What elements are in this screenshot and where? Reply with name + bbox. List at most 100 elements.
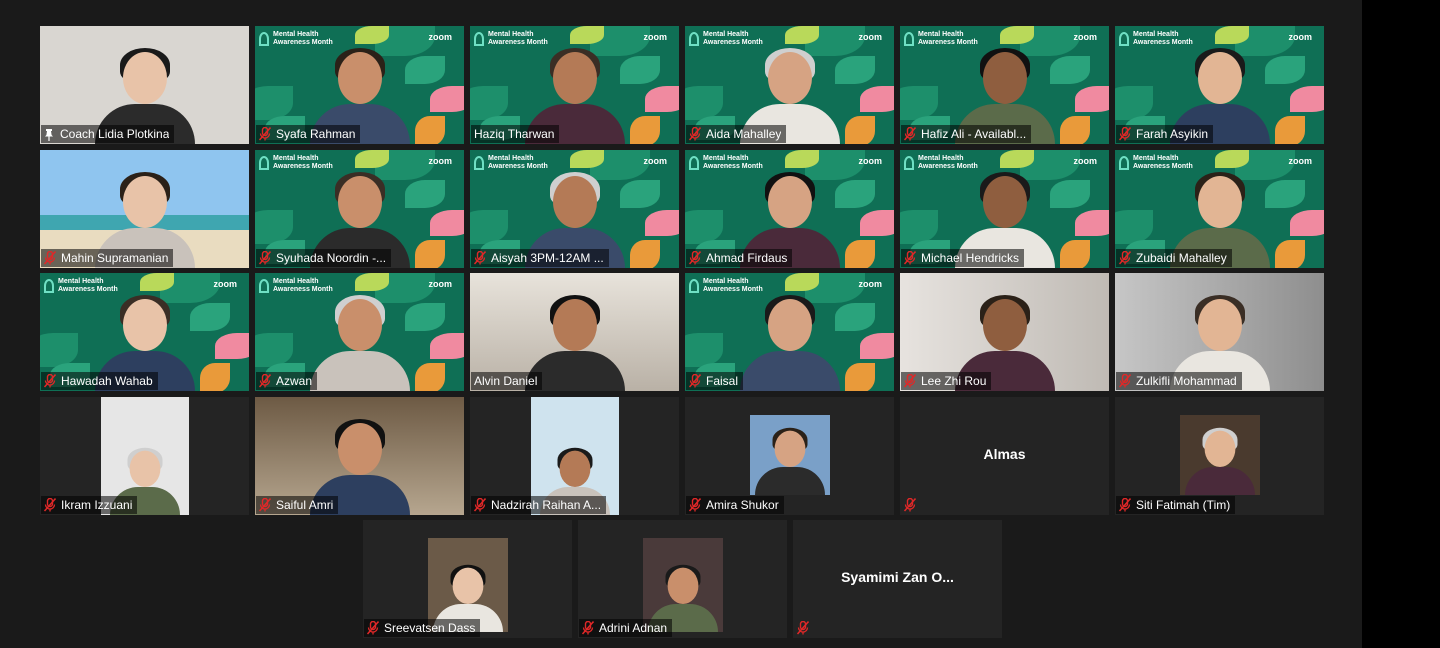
banner-line: Mental Health: [703, 155, 749, 162]
participant-name: Faisal: [706, 374, 739, 388]
participant-name: Michael Hendricks: [921, 251, 1020, 265]
leaf-decoration: [415, 240, 445, 268]
banner-line: Mental Health: [273, 278, 319, 285]
leaf-decoration: [570, 150, 604, 168]
muted-mic-icon: [688, 126, 702, 141]
leaf-decoration: [1290, 86, 1324, 112]
leaf-decoration: [1000, 150, 1034, 168]
muted-mic-icon: [581, 620, 595, 635]
zoom-logo: zoom: [643, 32, 668, 42]
participant-tile[interactable]: Mental Health Awareness Month zoom Aisyah 3…: [470, 150, 679, 268]
ribbon-icon: [689, 156, 699, 170]
participant-tile[interactable]: Amira Shukor: [685, 397, 894, 515]
participant-tile[interactable]: Mental Health Awareness Month zoom Zubaidi …: [1115, 150, 1324, 268]
participant-tile[interactable]: Mental Health Awareness Month zoom Ahmad Fi…: [685, 150, 894, 268]
leaf-decoration: [1000, 26, 1034, 44]
leaf-decoration: [645, 210, 679, 236]
participant-name: Alvin Daniel: [474, 374, 538, 388]
leaf-decoration: [630, 240, 660, 268]
banner-line: Mental Health: [918, 31, 964, 38]
muted-mic-icon: [258, 250, 272, 265]
ribbon-icon: [1119, 156, 1129, 170]
banner-line: Mental Health: [1133, 155, 1179, 162]
participant-tile[interactable]: Lee Zhi Rou: [900, 273, 1109, 391]
leaf-decoration: [355, 26, 389, 44]
participant-tile[interactable]: Mental Health Awareness Month zoom Hawadah …: [40, 273, 249, 391]
participant-tile[interactable]: Mental Health Awareness Month zoom Syuhada …: [255, 150, 464, 268]
zoom-logo: zoom: [858, 279, 883, 289]
participant-tile[interactable]: Mental Health Awareness Month zoom Azwan: [255, 273, 464, 391]
participant-name: Ikram Izzuani: [61, 498, 133, 512]
leaf-decoration: [1290, 210, 1324, 236]
ribbon-icon: [1119, 32, 1129, 46]
participant-name: Syafa Rahman: [276, 127, 356, 141]
participant-name-tag: Zulkifli Mohammad: [1116, 372, 1242, 390]
participant-tile[interactable]: Mental Health Awareness Month zoom Faisal: [685, 273, 894, 391]
leaf-decoration: [1275, 240, 1305, 268]
banner-line: Mental Health: [703, 278, 749, 285]
participant-name-tag: Nadzirah Raihan A...: [471, 496, 607, 514]
ribbon-icon: [474, 156, 484, 170]
participant-tile[interactable]: Mental Health Awareness Month zoom Haziq Th…: [470, 26, 679, 144]
muted-mic-icon: [258, 497, 272, 512]
participant-name-tag: [794, 619, 819, 637]
ribbon-icon: [474, 32, 484, 46]
leaf-decoration: [415, 363, 445, 391]
banner-line: Mental Health: [703, 31, 749, 38]
participant-tile[interactable]: Alvin Daniel: [470, 273, 679, 391]
participant-name: Ahmad Firdaus: [706, 251, 788, 265]
participant-name-tag: Faisal: [686, 372, 744, 390]
participant-tile[interactable]: Mental Health Awareness Month zoom Farah As…: [1115, 26, 1324, 144]
participant-tile[interactable]: Mental Health Awareness Month zoom Syafa Ra…: [255, 26, 464, 144]
participant-name: Mahin Supramanian: [61, 251, 169, 265]
participant-tile[interactable]: Mental Health Awareness Month zoom Aida Mah…: [685, 26, 894, 144]
participant-tile[interactable]: Mental Health Awareness Month zoom Hafiz Al…: [900, 26, 1109, 144]
zoom-logo: zoom: [428, 279, 453, 289]
participant-tile[interactable]: Nadzirah Raihan A...: [470, 397, 679, 515]
leaf-decoration: [40, 333, 78, 367]
participant-tile[interactable]: Adrini Adnan: [578, 520, 787, 638]
leaf-decoration: [785, 273, 819, 291]
portrait-video: [749, 415, 830, 495]
participant-name-tag: Syuhada Noordin -...: [256, 249, 392, 267]
participant-figure: [751, 425, 828, 495]
leaf-decoration: [430, 333, 464, 359]
muted-mic-icon: [903, 497, 917, 512]
muted-mic-icon: [1118, 250, 1132, 265]
participant-name-tag: Hawadah Wahab: [41, 372, 158, 390]
participant-name-tag: Saiful Amri: [256, 496, 339, 514]
participant-tile[interactable]: Syamimi Zan O...: [793, 520, 1002, 638]
muted-mic-icon: [903, 373, 917, 388]
muted-mic-icon: [688, 250, 702, 265]
participant-tile[interactable]: Mental Health Awareness Month zoom Michael …: [900, 150, 1109, 268]
participant-tile[interactable]: Mahin Supramanian: [40, 150, 249, 268]
participant-tile[interactable]: Coach Lidia Plotkina: [40, 26, 249, 144]
banner-line: Mental Health: [273, 31, 319, 38]
participant-name-tag: Adrini Adnan: [579, 619, 673, 637]
participant-name-tag: Michael Hendricks: [901, 249, 1025, 267]
participant-name-tag: Siti Fatimah (Tim): [1116, 496, 1236, 514]
leaf-decoration: [470, 86, 508, 120]
zoom-logo: zoom: [858, 156, 883, 166]
banner-line: Mental Health: [918, 155, 964, 162]
participant-tile[interactable]: Almas: [900, 397, 1109, 515]
participant-name-tag: [901, 496, 926, 514]
leaf-decoration: [215, 333, 249, 359]
participant-tile[interactable]: Ikram Izzuani: [40, 397, 249, 515]
banner-line: Mental Health: [488, 155, 534, 162]
ribbon-icon: [904, 156, 914, 170]
banner-line: Mental Health: [488, 31, 534, 38]
zoom-logo: zoom: [643, 156, 668, 166]
leaf-decoration: [355, 273, 389, 291]
participant-name-tag: Zubaidi Mahalley: [1116, 249, 1232, 267]
leaf-decoration: [470, 210, 508, 244]
leaf-decoration: [1115, 86, 1153, 120]
participant-tile[interactable]: Siti Fatimah (Tim): [1115, 397, 1324, 515]
leaf-decoration: [685, 86, 723, 120]
participant-tile[interactable]: Saiful Amri: [255, 397, 464, 515]
leaf-decoration: [900, 210, 938, 244]
participant-tile[interactable]: Sreevatsen Dass: [363, 520, 572, 638]
muted-mic-icon: [796, 620, 810, 635]
zoom-logo: zoom: [428, 156, 453, 166]
participant-tile[interactable]: Zulkifli Mohammad: [1115, 273, 1324, 391]
